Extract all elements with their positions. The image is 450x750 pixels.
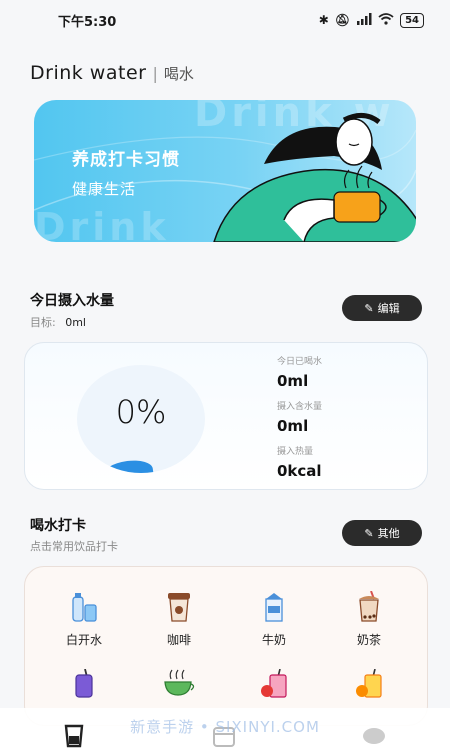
drink-fruit-juice[interactable]: [229, 665, 319, 707]
stat-label: 摄入热量: [277, 447, 314, 457]
progress-gauge: 0%: [77, 365, 205, 473]
drink-tea[interactable]: [134, 665, 224, 707]
drink-orange-juice[interactable]: [324, 665, 414, 707]
stat-label: 今日已喝水: [277, 357, 323, 367]
pencil-icon: ✎: [364, 526, 374, 540]
drink-milk-tea[interactable]: 奶茶: [324, 589, 414, 648]
intake-target: 目标: 0ml: [30, 314, 86, 330]
stat-value: 0kcal: [277, 462, 322, 480]
target-value: 0ml: [65, 316, 86, 329]
edit-button-label: 编辑: [377, 302, 400, 315]
stat-water-content: 摄入含水量 0ml: [277, 399, 322, 435]
drink-label: 白开水: [65, 633, 102, 647]
edit-button[interactable]: ✎ 编辑: [342, 295, 422, 321]
bluetooth-icon: ✱: [318, 13, 329, 27]
status-time: 下午5:30: [58, 14, 117, 30]
title-chinese: 喝水: [163, 65, 194, 83]
intake-title: 今日摄入水量: [30, 293, 114, 309]
tea-cup-icon: [134, 665, 224, 699]
other-button-label: 其他: [377, 527, 400, 540]
progress-fill: [101, 457, 155, 473]
stat-drank: 今日已喝水 0ml: [277, 354, 322, 390]
status-icons: ✱ 🔕︎ 54: [318, 12, 424, 28]
checkin-title: 喝水打卡: [30, 518, 86, 534]
banner-subline: 健康生活: [72, 180, 137, 198]
milk-icon: [229, 589, 319, 623]
stat-calories: 摄入热量 0kcal: [277, 444, 322, 480]
drink-milk[interactable]: 牛奶: [229, 589, 319, 648]
status-bar: 下午5:30 ✱ 🔕︎ 54: [0, 0, 450, 40]
juice-cup-icon: [39, 665, 129, 699]
checkin-subtitle: 点击常用饮品打卡: [30, 540, 118, 553]
stat-value: 0ml: [277, 417, 309, 435]
title-separator: |: [152, 64, 158, 83]
pencil-icon: ✎: [364, 301, 374, 315]
drink-water[interactable]: 白开水: [39, 589, 129, 648]
drink-label: 牛奶: [261, 633, 286, 647]
page-title: Drink water | 喝水: [30, 62, 194, 84]
stat-label: 摄入含水量: [277, 402, 323, 412]
milk-tea-icon: [324, 589, 414, 623]
drinks-card: 白开水 咖啡 牛奶 奶茶: [24, 566, 428, 726]
drink-coffee[interactable]: 咖啡: [134, 589, 224, 648]
banner-headline: 养成打卡习惯: [72, 150, 180, 170]
woman-drinking-illustration: [213, 113, 416, 242]
battery-icon: 54: [400, 12, 424, 28]
coffee-icon: [134, 589, 224, 623]
drink-label: 咖啡: [166, 633, 191, 647]
wifi-icon: [378, 12, 394, 28]
title-english: Drink water: [30, 62, 147, 84]
site-watermark: 新意手游 • SIXINYI.COM: [130, 718, 320, 736]
drink-label: 奶茶: [356, 633, 381, 647]
mute-icon: 🔕︎: [334, 13, 351, 27]
drink-juice-cup[interactable]: [39, 665, 129, 707]
water-bottle-icon: [39, 589, 129, 623]
stat-value: 0ml: [277, 372, 309, 390]
progress-percent: 0%: [115, 393, 167, 431]
signal-icon: [356, 12, 372, 28]
orange-juice-icon: [324, 665, 414, 699]
intake-card: 0% 今日已喝水 0ml 摄入含水量 0ml 摄入热量 0kcal: [24, 342, 428, 490]
target-label: 目标:: [30, 316, 56, 329]
fruit-juice-icon: [229, 665, 319, 699]
other-drink-button[interactable]: ✎ 其他: [342, 520, 422, 546]
promo-banner[interactable]: Drink w Drink 养成打卡习惯 健康生活: [34, 100, 416, 242]
